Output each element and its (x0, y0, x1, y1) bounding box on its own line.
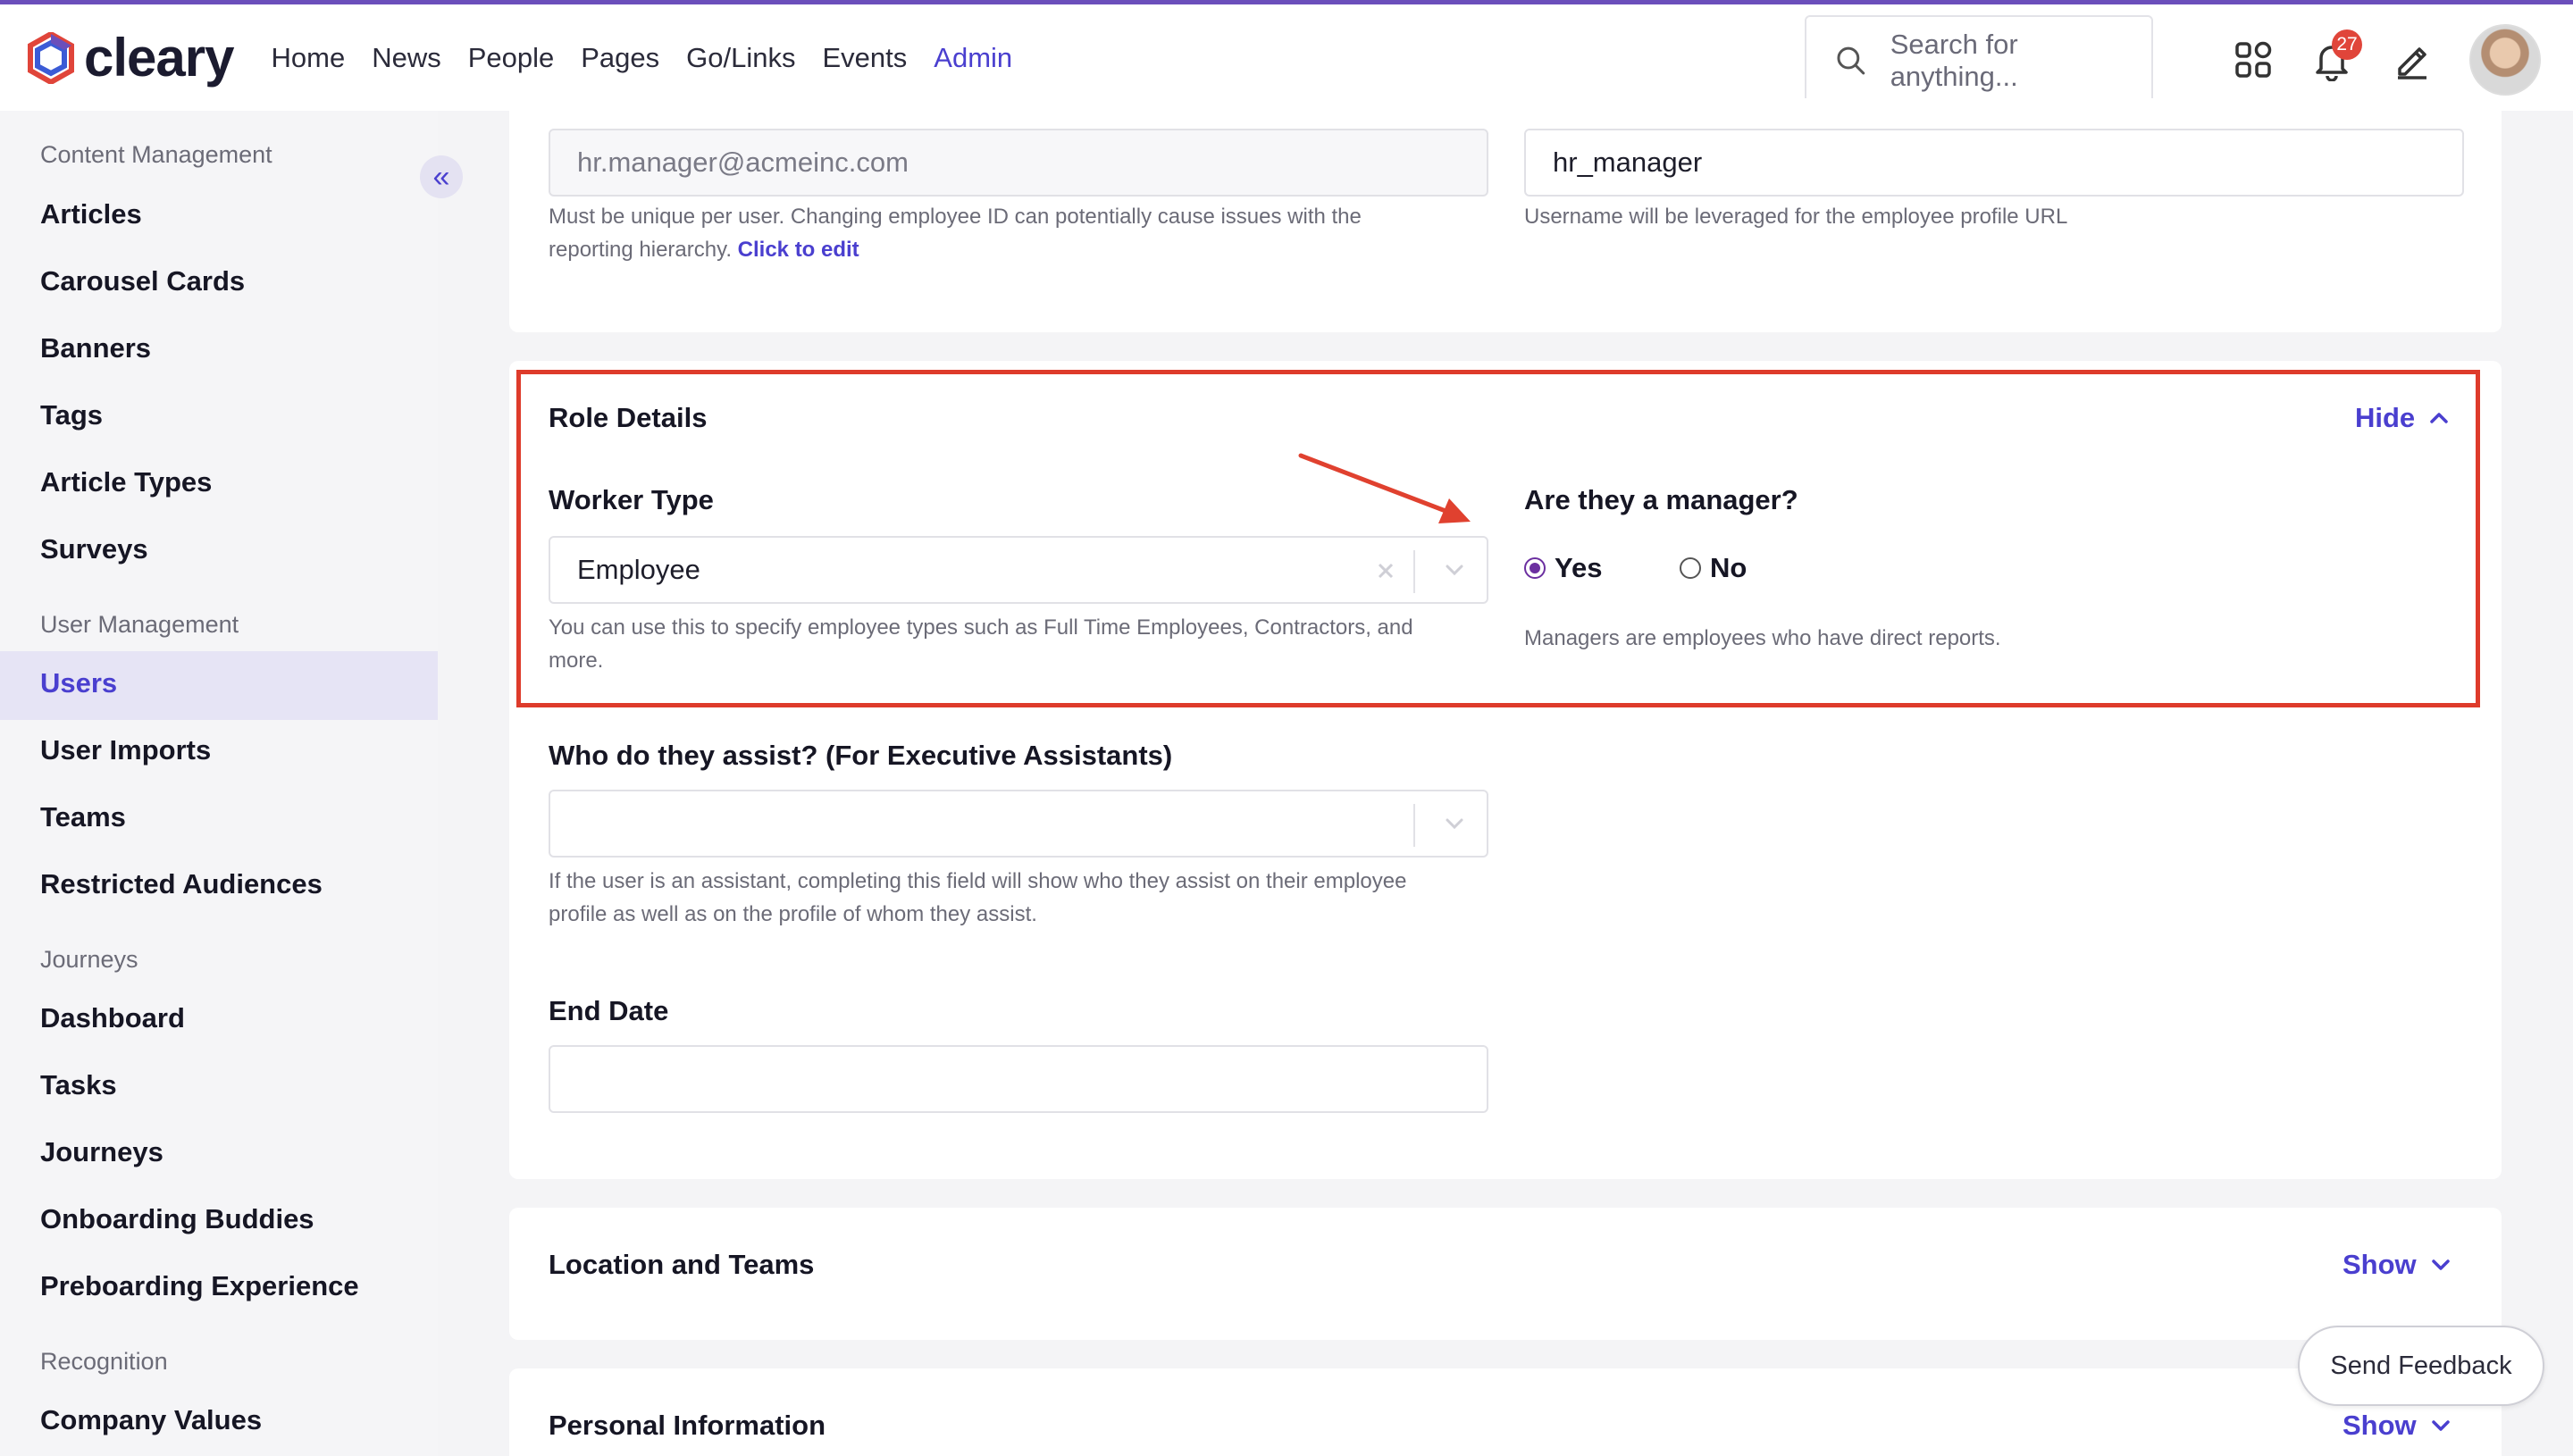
location-teams-card: Location and Teams Show (509, 1208, 2502, 1340)
sidebar-item-carousel-cards[interactable]: Carousel Cards (40, 265, 245, 297)
personal-information-title: Personal Information (549, 1410, 826, 1441)
grid-icon[interactable] (2232, 38, 2275, 81)
user-avatar[interactable] (2469, 24, 2541, 96)
sidebar-section-user-management: User Management (40, 611, 239, 638)
identity-card: hr.manager@acmeinc.com Must be unique pe… (509, 98, 2502, 332)
sidebar-item-dashboard[interactable]: Dashboard (40, 1002, 185, 1034)
end-date-field[interactable] (549, 1045, 1488, 1113)
end-date-label: End Date (549, 995, 669, 1026)
sidebar-section-content-management: Content Management (40, 141, 272, 168)
sidebar-item-article-types[interactable]: Article Types (40, 466, 212, 498)
sidebar-item-surveys[interactable]: Surveys (40, 533, 148, 565)
chevron-down-icon (2431, 1420, 2450, 1431)
annotation-highlight-box (516, 370, 2480, 707)
search-icon (1837, 46, 1865, 75)
email-help-text: Must be unique per user. Changing employ… (549, 205, 1362, 262)
nav-events[interactable]: Events (823, 42, 908, 74)
sidebar-item-onboarding-buddies[interactable]: Onboarding Buddies (40, 1203, 314, 1235)
double-chevron-left-icon[interactable]: « (420, 155, 463, 198)
sidebar-item-teams[interactable]: Teams (40, 801, 126, 833)
assist-help-text: If the user is an assistant, completing … (549, 869, 1407, 926)
notification-badge: 27 (2332, 29, 2362, 60)
logo-text: cleary (84, 28, 234, 88)
select-separator (1413, 804, 1415, 847)
nav-news[interactable]: News (372, 42, 441, 74)
sidebar-item-banners[interactable]: Banners (40, 332, 151, 364)
sidebar-item-journeys[interactable]: Journeys (40, 1136, 163, 1168)
sidebar-item-preboarding-experience[interactable]: Preboarding Experience (40, 1270, 359, 1302)
nav-admin[interactable]: Admin (934, 42, 1012, 74)
personal-information-show-toggle[interactable]: Show (2343, 1410, 2451, 1442)
cleary-logo[interactable]: cleary (25, 4, 234, 111)
search-placeholder: Search for anything... (1890, 29, 2018, 92)
admin-sidebar: Content Management Articles Carousel Car… (0, 111, 463, 1456)
show-label: Show (2343, 1249, 2417, 1280)
nav-people[interactable]: People (468, 42, 555, 74)
send-feedback-button[interactable]: Send Feedback (2298, 1326, 2544, 1406)
email-field[interactable]: hr.manager@acmeinc.com (549, 129, 1488, 197)
sidebar-item-tags[interactable]: Tags (40, 399, 103, 431)
username-field[interactable]: hr_manager (1524, 129, 2464, 197)
main-nav: Home News People Pages Go/Links Events A… (272, 42, 1040, 74)
sidebar-section-journeys: Journeys (40, 946, 138, 973)
sidebar-item-restricted-audiences[interactable]: Restricted Audiences (40, 868, 323, 900)
sidebar-item-company-values[interactable]: Company Values (40, 1404, 262, 1436)
sidebar-item-users[interactable]: Users (40, 667, 117, 699)
assist-select[interactable] (549, 790, 1488, 858)
nav-golinks[interactable]: Go/Links (686, 42, 795, 74)
sidebar-section-recognition: Recognition (40, 1348, 168, 1375)
nav-pages[interactable]: Pages (581, 42, 659, 74)
location-teams-show-toggle[interactable]: Show (2343, 1249, 2451, 1281)
search-input[interactable]: Search for anything... (1805, 15, 2153, 106)
sidebar-item-user-imports[interactable]: User Imports (40, 734, 211, 766)
annotation-arrow-icon (1298, 453, 1471, 523)
assist-label: Who do they assist? (For Executive Assis… (549, 740, 1173, 771)
cleary-logo-icon (28, 31, 74, 84)
show-label: Show (2343, 1410, 2417, 1441)
click-to-edit-link[interactable]: Click to edit (738, 238, 859, 262)
top-navigation-bar: cleary Home News People Pages Go/Links E… (0, 0, 2573, 111)
pencil-icon[interactable] (2391, 38, 2434, 81)
personal-information-card: Personal Information Show (509, 1368, 2502, 1456)
nav-home[interactable]: Home (272, 42, 346, 74)
sidebar-item-articles[interactable]: Articles (40, 198, 142, 230)
location-teams-title: Location and Teams (549, 1249, 815, 1280)
chevron-down-icon (2431, 1259, 2450, 1270)
chevron-down-icon[interactable] (1444, 816, 1465, 831)
sidebar-item-tasks[interactable]: Tasks (40, 1069, 117, 1101)
username-help-text: Username will be leveraged for the emplo… (1524, 205, 2068, 229)
